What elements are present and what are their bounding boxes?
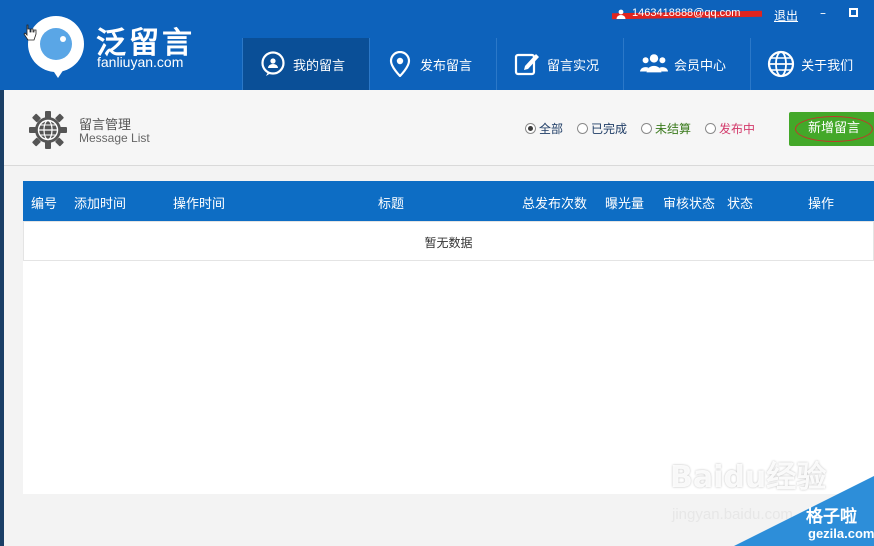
empty-state: 暂无数据 <box>424 236 473 250</box>
table-header: 编号 添加时间 操作时间 标题 总发布次数 曝光量 审核状态 状态 操作 <box>23 181 874 221</box>
location-pin-icon <box>386 50 414 78</box>
col-title[interactable]: 标题 <box>378 193 404 212</box>
message-table: 编号 添加时间 操作时间 标题 总发布次数 曝光量 审核状态 状态 操作 暂无数… <box>23 181 874 261</box>
hand-cursor-icon <box>23 24 37 41</box>
globe-icon <box>767 50 795 78</box>
col-op-time[interactable]: 操作时间 <box>173 193 225 212</box>
maximize-button[interactable] <box>842 4 864 22</box>
col-id[interactable]: 编号 <box>31 193 57 212</box>
corner-brand: 格子啦 <box>806 507 857 527</box>
table-body: 暂无数据 <box>23 221 874 261</box>
radio-icon[interactable] <box>641 123 653 134</box>
logout-link[interactable]: 退出 <box>774 7 798 24</box>
nav-live-messages[interactable]: 留言实况 <box>496 38 623 90</box>
page-header: 留言管理 Message List 全部 已完成 未结算 发布中 <box>4 90 874 166</box>
col-added-time[interactable]: 添加时间 <box>74 193 126 212</box>
filter-all[interactable]: 全部 <box>525 120 563 137</box>
filter-publishing[interactable]: 发布中 <box>705 120 755 137</box>
user-account: 1463418888@qq.com <box>632 7 741 19</box>
filter-label: 已完成 <box>591 122 628 136</box>
col-actions[interactable]: 操作 <box>808 193 834 212</box>
corner-url: gezila.com <box>808 526 874 541</box>
filter-label: 未结算 <box>655 122 692 136</box>
nav-member-center[interactable]: 会员中心 <box>623 38 750 90</box>
radio-selected-icon[interactable] <box>525 123 536 134</box>
nav-label: 留言实况 <box>547 58 600 74</box>
user-icon <box>616 9 626 19</box>
filter-unsettled[interactable]: 未结算 <box>641 120 691 137</box>
filter-label: 发布中 <box>719 122 756 136</box>
minimize-button[interactable]: – <box>812 4 834 22</box>
edit-icon <box>513 50 541 78</box>
page-subtitle: Message List <box>79 131 150 145</box>
nav-label: 我的留言 <box>293 58 346 74</box>
app-header: 泛留言 fanliuyan.com 1463418888@qq.com 退出 –… <box>0 0 874 90</box>
main-nav: 我的留言 发布留言 留言实况 会员中心 关于我们 <box>242 38 874 90</box>
col-review-status[interactable]: 审核状态 <box>663 193 715 212</box>
chat-bubble-icon <box>259 50 287 78</box>
gear-globe-icon <box>29 111 67 149</box>
maximize-icon <box>848 8 858 17</box>
members-icon <box>640 50 669 78</box>
filter-label: 全部 <box>539 122 564 136</box>
col-status[interactable]: 状态 <box>727 193 753 212</box>
filter-completed[interactable]: 已完成 <box>577 120 627 137</box>
col-publish-count[interactable]: 总发布次数 <box>522 193 587 212</box>
add-message-button[interactable]: 新增留言 <box>789 112 874 146</box>
highlight-ring <box>795 116 873 142</box>
status-filter-group: 全部 已完成 未结算 发布中 <box>525 120 755 137</box>
radio-icon[interactable] <box>577 123 589 134</box>
nav-label: 会员中心 <box>674 58 727 74</box>
nav-my-messages[interactable]: 我的留言 <box>242 38 370 90</box>
nav-label: 关于我们 <box>801 58 854 74</box>
col-exposure[interactable]: 曝光量 <box>605 193 644 212</box>
user-topbar: 1463418888@qq.com 退出 – <box>604 0 874 28</box>
brand-logo[interactable]: 泛留言 fanliuyan.com <box>22 14 197 82</box>
nav-label: 发布留言 <box>420 58 473 74</box>
nav-about-us[interactable]: 关于我们 <box>750 38 874 90</box>
nav-publish-message[interactable]: 发布留言 <box>369 38 496 90</box>
brand-domain: fanliuyan.com <box>97 54 184 70</box>
radio-icon[interactable] <box>705 123 717 134</box>
